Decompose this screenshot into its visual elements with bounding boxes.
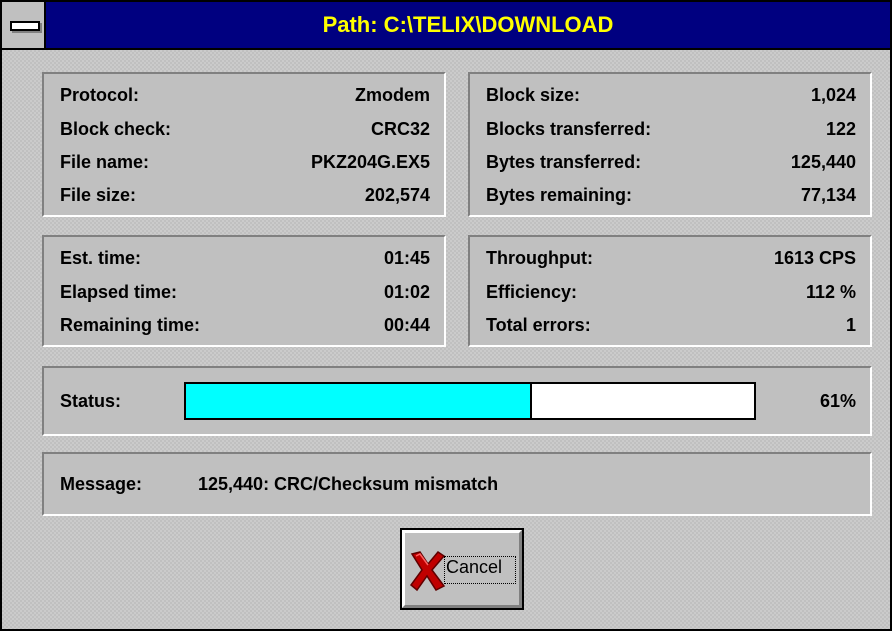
est-time-label: Est. time: — [60, 248, 142, 268]
bytes-remaining-row: Bytes remaining: 77,134 — [486, 180, 856, 210]
block-size-label: Block size: — [486, 85, 581, 105]
remaining-time-label: Remaining time: — [60, 315, 201, 335]
progress-bar — [184, 382, 756, 420]
file-info-panel: Protocol: Zmodem Block check: CRC32 File… — [42, 72, 446, 217]
efficiency-row: Efficiency: 112 % — [486, 277, 856, 307]
blocks-transferred-label: Blocks transferred: — [486, 119, 652, 139]
bytes-transferred-value: 125,440 — [790, 152, 856, 172]
progress-fill — [186, 384, 533, 418]
system-menu-button[interactable] — [2, 2, 46, 48]
total-errors-row: Total errors: 1 — [486, 310, 856, 340]
transfer-dialog: Path: C:\TELIX\DOWNLOAD Protocol: Zmodem… — [0, 0, 892, 631]
message-label: Message: — [60, 474, 143, 494]
block-size-value: 1,024 — [810, 85, 856, 105]
red-x-icon — [409, 551, 446, 592]
bytes-remaining-label: Bytes remaining: — [486, 185, 633, 205]
remaining-time-row: Remaining time: 00:44 — [60, 310, 430, 340]
title-bar: Path: C:\TELIX\DOWNLOAD — [2, 2, 890, 50]
blocks-transferred-value: 122 — [825, 119, 856, 139]
throughput-value: 1613 CPS — [773, 248, 856, 268]
block-check-value: CRC32 — [370, 119, 430, 139]
file-size-value: 202,574 — [364, 185, 430, 205]
est-time-value: 01:45 — [383, 248, 430, 268]
est-time-row: Est. time: 01:45 — [60, 243, 430, 273]
window-title: Path: C:\TELIX\DOWNLOAD — [322, 12, 614, 37]
total-errors-value: 1 — [845, 315, 856, 335]
elapsed-time-row: Elapsed time: 01:02 — [60, 277, 430, 307]
file-name-value: PKZ204G.EX5 — [310, 152, 430, 172]
status-label: Status: — [60, 391, 122, 411]
message-panel: Message: 125,440: CRC/Checksum mismatch — [42, 452, 872, 516]
bytes-transferred-row: Bytes transferred: 125,440 — [486, 147, 856, 177]
time-info-panel: Est. time: 01:45 Elapsed time: 01:02 Rem… — [42, 235, 446, 347]
message-text: 125,440: CRC/Checksum mismatch — [198, 474, 499, 494]
throughput-label: Throughput: — [486, 248, 593, 268]
rate-info-panel: Throughput: 1613 CPS Efficiency: 112 % T… — [468, 235, 872, 347]
cancel-label: Cancel — [446, 557, 503, 577]
protocol-row: Protocol: Zmodem — [60, 80, 430, 110]
blocks-transferred-row: Blocks transferred: 122 — [486, 114, 856, 144]
block-info-panel: Block size: 1,024 Blocks transferred: 12… — [468, 72, 872, 217]
elapsed-time-label: Elapsed time: — [60, 282, 178, 302]
status-percent: 61% — [819, 391, 856, 411]
file-name-label: File name: — [60, 152, 150, 172]
block-check-row: Block check: CRC32 — [60, 114, 430, 144]
file-size-label: File size: — [60, 185, 137, 205]
block-size-row: Block size: 1,024 — [486, 80, 856, 110]
total-errors-label: Total errors: — [486, 315, 591, 335]
cancel-button[interactable]: Cancel — [400, 528, 524, 610]
status-panel: Status: 61% — [42, 366, 872, 436]
efficiency-value: 112 % — [805, 282, 856, 302]
efficiency-label: Efficiency: — [486, 282, 578, 302]
block-check-label: Block check: — [60, 119, 172, 139]
protocol-label: Protocol: — [60, 85, 139, 105]
remaining-time-value: 00:44 — [383, 315, 430, 335]
file-name-row: File name: PKZ204G.EX5 — [60, 147, 430, 177]
bytes-remaining-value: 77,134 — [800, 185, 856, 205]
system-menu-icon — [10, 21, 40, 31]
protocol-value: Zmodem — [354, 85, 430, 105]
elapsed-time-value: 01:02 — [383, 282, 430, 302]
throughput-row: Throughput: 1613 CPS — [486, 243, 856, 273]
file-size-row: File size: 202,574 — [60, 180, 430, 210]
bytes-transferred-label: Bytes transferred: — [486, 152, 642, 172]
